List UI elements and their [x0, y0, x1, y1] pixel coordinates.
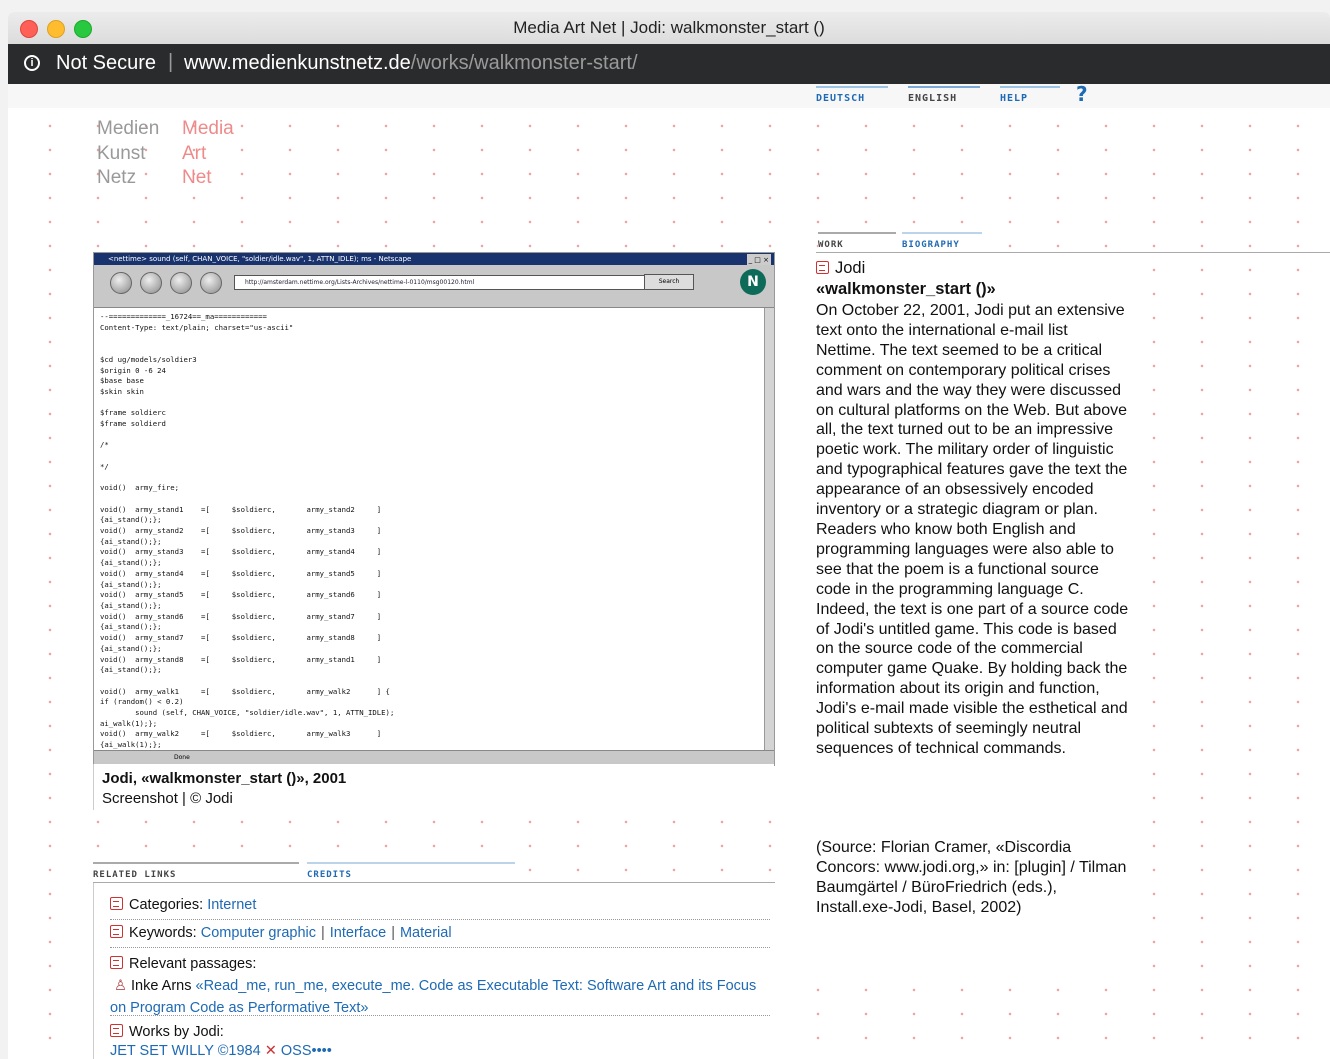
- nav-deutsch[interactable]: DEUTSCH: [816, 86, 888, 104]
- works-label: Works by Jodi:: [129, 1024, 224, 1040]
- back-icon: [110, 272, 132, 294]
- logo-art: Art: [182, 142, 207, 164]
- tab-work[interactable]: WORK: [818, 232, 896, 254]
- web-page: DEUTSCH ENGLISH HELP ? Medien Media Kunst…: [8, 82, 1330, 1059]
- tab-biography[interactable]: BIOGRAPHY: [902, 232, 982, 254]
- caption-title: Jodi, «walkmonster_start ()», 2001: [102, 770, 347, 787]
- info-icon[interactable]: i: [24, 55, 40, 71]
- keyword-link-material[interactable]: Material: [400, 925, 452, 941]
- artwork-screenshot[interactable]: <nettime> sound (self, CHAN_VOICE, "sold…: [93, 252, 775, 766]
- url-separator: |: [168, 51, 174, 73]
- works-row: Works by Jodi: JET SET WILLY ©1984 ✕ OSS…: [110, 1023, 770, 1059]
- netscape-logo-icon: N: [740, 269, 766, 295]
- url-domain: www.medienkunstnetz.de: [184, 52, 411, 74]
- netscape-title-text: <nettime> sound (self, CHAN_VOICE, "sold…: [108, 255, 412, 263]
- browser-window: Media Art Net | Jodi: walkmonster_start …: [8, 12, 1330, 1059]
- nav-help[interactable]: HELP: [1000, 86, 1060, 104]
- netscape-address: http://amsterdam.nettime.org/Lists-Archi…: [234, 275, 646, 290]
- security-indicator[interactable]: Not Secure: [56, 52, 156, 75]
- work-title: «walkmonster_start ()»: [816, 280, 996, 298]
- tab-related-links[interactable]: RELATED LINKS: [93, 862, 299, 884]
- works-icon: [110, 1024, 123, 1037]
- logo-net: Net: [182, 167, 212, 188]
- categories-row: Categories: Internet: [110, 897, 770, 920]
- person-icon: ♙: [114, 978, 127, 994]
- netscape-scrollbar: [764, 308, 774, 751]
- address-bar[interactable]: i Not Secure | www.medienkunstnetz.de/wo…: [8, 44, 1330, 84]
- logo-medien: Medien: [97, 118, 160, 139]
- url-path: /works/walkmonster-start/: [410, 52, 638, 74]
- logo-kunst: Kunst: [97, 142, 146, 164]
- work-article: Jodi «walkmonster_start ()» On October 2…: [816, 253, 1130, 983]
- nav-english[interactable]: ENGLISH: [908, 86, 980, 104]
- keywords-label: Keywords:: [129, 925, 197, 941]
- netscape-toolbar: http://amsterdam.nettime.org/Lists-Archi…: [94, 265, 774, 308]
- categories-label: Categories:: [129, 897, 204, 913]
- source-code-text: --=============_16724==_ma============ C…: [100, 312, 395, 750]
- keyword-link-computer-graphic[interactable]: Computer graphic: [201, 925, 316, 941]
- caption-subtitle: Screenshot | © Jodi: [102, 790, 233, 807]
- passages-row: Relevant passages: ♙ Inke Arns «Read_me,…: [110, 953, 770, 1016]
- work-link-jet-set-willy[interactable]: JET SET WILLY ©1984: [110, 1043, 261, 1059]
- netscape-titlebar: <nettime> sound (self, CHAN_VOICE, "sold…: [94, 253, 774, 266]
- artist-heading: Jodi: [816, 259, 865, 279]
- related-tabs: RELATED LINKS CREDITS: [93, 862, 775, 884]
- work-separator-icon: ✕: [264, 1043, 277, 1059]
- work-tabs: WORK BIOGRAPHY: [816, 232, 1330, 254]
- image-caption: Jodi, «walkmonster_start ()», 2001 Scree…: [93, 764, 774, 810]
- stop-icon: [200, 272, 222, 294]
- keyword-icon: [110, 925, 123, 938]
- work-link-oss[interactable]: OSS••••: [281, 1043, 332, 1059]
- category-icon: [110, 897, 123, 910]
- forward-icon: [140, 272, 162, 294]
- work-description: On October 22, 2001, Jodi put an extensi…: [816, 302, 1129, 757]
- netscape-search: Search: [644, 274, 694, 290]
- keywords-row: Keywords: Computer graphic | Interface | Mat…: [110, 925, 770, 948]
- passage-link[interactable]: «Read_me, run_me, execute_me. Code as Ex…: [110, 978, 756, 1016]
- netscape-status: Done: [94, 750, 774, 765]
- related-links-panel: Categories: Internet Keywords: Computer …: [93, 883, 776, 1059]
- keyword-link-interface[interactable]: Interface: [330, 925, 386, 941]
- artist-icon: [816, 261, 829, 274]
- top-strip: [8, 84, 1330, 108]
- passage-author: Inke Arns: [131, 978, 192, 994]
- artist-name: Jodi: [835, 259, 866, 277]
- home-icon: [170, 272, 192, 294]
- url-text[interactable]: www.medienkunstnetz.de/works/walkmonster…: [184, 52, 638, 75]
- help-icon[interactable]: ?: [1076, 82, 1088, 106]
- window-title: Media Art Net | Jodi: walkmonster_start …: [513, 18, 825, 37]
- title-bar: Media Art Net | Jodi: walkmonster_start …: [8, 12, 1330, 45]
- passage-icon: [110, 956, 123, 969]
- category-link-internet[interactable]: Internet: [207, 897, 256, 913]
- tab-credits[interactable]: CREDITS: [307, 862, 515, 884]
- passages-label: Relevant passages:: [129, 956, 257, 972]
- work-source: (Source: Florian Cramer, «Discordia Conc…: [816, 839, 1127, 916]
- logo-media: Media: [182, 118, 234, 139]
- logo-netz: Netz: [97, 167, 137, 188]
